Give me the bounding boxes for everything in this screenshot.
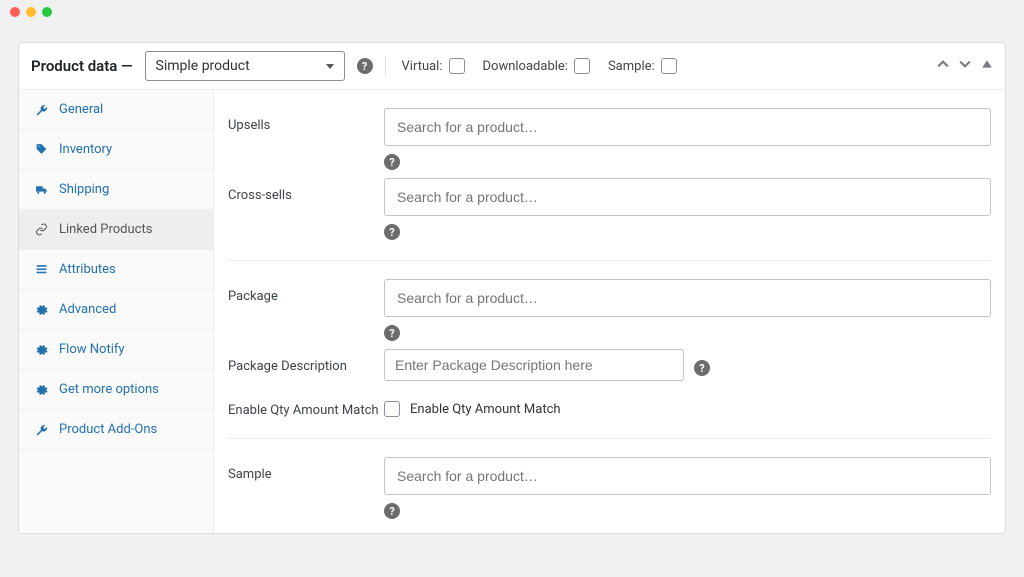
move-down-icon[interactable]	[959, 58, 971, 74]
cross-sells-label: Cross-sells	[228, 178, 384, 203]
sidebar-item-flow-notify[interactable]: Flow Notify	[19, 330, 213, 370]
link-icon	[33, 223, 49, 236]
panel-title: Product data —	[31, 57, 133, 75]
sample-checkbox-wrap: Sample:	[608, 58, 677, 74]
panel-body: General Inventory Shipping	[19, 90, 1005, 533]
gear-icon	[33, 343, 49, 356]
panel-header: Product data — Simple product ? Virtual:…	[19, 43, 1005, 90]
sidebar-item-product-addons[interactable]: Product Add-Ons	[19, 410, 213, 450]
sample-row: Sample ?	[228, 451, 991, 521]
panel-header-actions	[937, 58, 993, 74]
upsells-input[interactable]	[384, 108, 991, 146]
maximize-window-button[interactable]	[42, 7, 52, 17]
sample-label: Sample:	[608, 59, 655, 74]
package-description-input[interactable]	[384, 349, 684, 381]
gear-icon	[33, 383, 49, 396]
sidebar-item-inventory[interactable]: Inventory	[19, 130, 213, 170]
tag-icon	[33, 143, 49, 156]
enable-qty-label: Enable Qty Amount Match	[228, 401, 384, 418]
sidebar-item-label: General	[59, 102, 103, 117]
virtual-label: Virtual:	[402, 59, 443, 74]
enable-qty-check-label: Enable Qty Amount Match	[410, 402, 561, 417]
package-input[interactable]	[384, 279, 991, 317]
product-data-panel: Product data — Simple product ? Virtual:…	[18, 42, 1006, 534]
sidebar-item-label: Flow Notify	[59, 342, 125, 357]
separator	[385, 57, 386, 75]
product-data-tabs: General Inventory Shipping	[19, 90, 214, 533]
sidebar-item-label: Product Add-Ons	[59, 422, 157, 437]
sidebar-item-attributes[interactable]: Attributes	[19, 250, 213, 290]
package-description-label: Package Description	[228, 349, 384, 374]
wrench-icon	[33, 103, 49, 116]
help-icon[interactable]: ?	[384, 224, 400, 240]
chevron-down-icon	[326, 64, 334, 69]
cross-sells-row: Cross-sells ?	[228, 172, 991, 261]
cross-sells-input[interactable]	[384, 178, 991, 216]
minimize-window-button[interactable]	[26, 7, 36, 17]
sample-field-label: Sample	[228, 457, 384, 482]
close-window-button[interactable]	[10, 7, 20, 17]
sample-input[interactable]	[384, 457, 991, 495]
app-window: Product data — Simple product ? Virtual:…	[0, 0, 1024, 577]
collapse-icon[interactable]	[981, 58, 993, 74]
help-icon[interactable]: ?	[384, 325, 400, 341]
enable-qty-checkbox[interactable]	[384, 401, 400, 417]
sample-checkbox[interactable]	[661, 58, 677, 74]
wrench-icon	[33, 423, 49, 436]
sidebar-item-label: Shipping	[59, 182, 109, 197]
package-row: Package ?	[228, 273, 991, 343]
help-icon[interactable]: ?	[384, 503, 400, 519]
downloadable-checkbox-wrap: Downloadable:	[483, 58, 590, 74]
upsells-label: Upsells	[228, 108, 384, 133]
sidebar-item-label: Get more options	[59, 382, 159, 397]
sidebar-item-shipping[interactable]: Shipping	[19, 170, 213, 210]
downloadable-label: Downloadable:	[483, 59, 568, 74]
package-description-row: Package Description ?	[228, 343, 991, 383]
gear-icon	[33, 303, 49, 316]
virtual-checkbox-wrap: Virtual:	[402, 58, 465, 74]
sidebar-item-label: Inventory	[59, 142, 112, 157]
sidebar-item-advanced[interactable]: Advanced	[19, 290, 213, 330]
help-icon[interactable]: ?	[694, 360, 710, 376]
truck-icon	[33, 183, 49, 196]
help-icon[interactable]: ?	[357, 58, 373, 74]
sidebar-item-get-more-options[interactable]: Get more options	[19, 370, 213, 410]
linked-products-content: Upsells ? Cross-sells ? Package	[214, 90, 1005, 533]
downloadable-checkbox[interactable]	[574, 58, 590, 74]
sidebar-item-general[interactable]: General	[19, 90, 213, 130]
upsells-row: Upsells ?	[228, 102, 991, 172]
window-titlebar	[0, 0, 1024, 24]
move-up-icon[interactable]	[937, 58, 949, 74]
product-type-value: Simple product	[156, 58, 250, 74]
list-icon	[33, 263, 49, 276]
enable-qty-row: Enable Qty Amount Match Enable Qty Amoun…	[228, 383, 991, 439]
sidebar-item-linked-products[interactable]: Linked Products	[19, 210, 213, 250]
help-icon[interactable]: ?	[384, 154, 400, 170]
sidebar-item-label: Linked Products	[59, 222, 152, 237]
product-flags: Virtual: Downloadable: Sample:	[402, 58, 677, 74]
sidebar-item-label: Advanced	[59, 302, 116, 317]
product-type-select[interactable]: Simple product	[145, 51, 345, 81]
sidebar-item-label: Attributes	[59, 262, 116, 277]
virtual-checkbox[interactable]	[449, 58, 465, 74]
package-label: Package	[228, 279, 384, 304]
